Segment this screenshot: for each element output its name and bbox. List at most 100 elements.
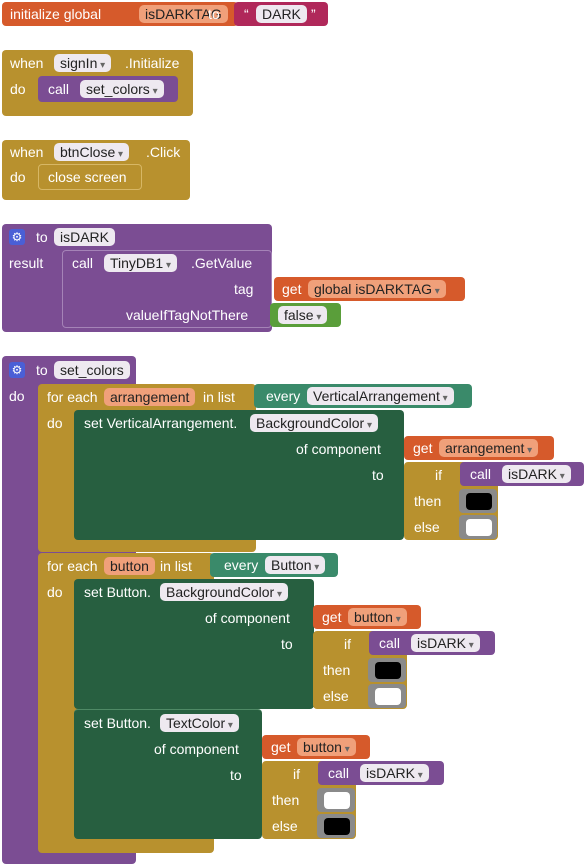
initialize-global-block[interactable]: initialize global isDARKTAG to <box>2 2 238 26</box>
setter-label: set Button. <box>84 584 151 600</box>
component-dropdown-signin[interactable]: signIn <box>54 54 112 72</box>
when-label: when <box>10 55 44 71</box>
text-value[interactable]: DARK <box>256 5 307 23</box>
get-global-var-block[interactable]: get global isDARKTAG <box>274 277 465 301</box>
to-label: to <box>36 362 48 378</box>
color-black-block-3[interactable] <box>317 814 355 838</box>
procedure-dropdown[interactable]: set_colors <box>80 80 164 98</box>
of-component-label: of component <box>205 610 290 626</box>
color-white-block-1[interactable] <box>459 515 497 539</box>
get-label: get <box>322 609 342 625</box>
call-set-colors-block[interactable]: call set_colors <box>38 76 178 102</box>
initialize-global-label: initialize global <box>10 6 102 22</box>
call-label: call <box>379 635 401 651</box>
then-label: then <box>272 792 300 808</box>
do-label: do <box>10 169 26 185</box>
of-component-label: of component <box>154 741 239 757</box>
to-label: to <box>230 767 242 783</box>
procedure-name[interactable]: isDARK <box>54 228 116 246</box>
get-button-block-2[interactable]: get button <box>262 735 370 759</box>
procedure-dropdown[interactable]: isDARK <box>411 634 480 652</box>
procedure-name[interactable]: set_colors <box>54 361 130 379</box>
call-isdark-block-1[interactable]: call isDARK <box>460 462 584 486</box>
get-button-block-1[interactable]: get button <box>313 605 421 629</box>
do-label: do <box>10 81 26 97</box>
white-swatch <box>324 792 350 809</box>
every-button-block[interactable]: every Button <box>210 553 338 577</box>
tinydb-getvalue-block[interactable]: call TinyDB1 .GetValue tag valueIfTagNot… <box>62 250 272 328</box>
setter-label: set Button. <box>84 715 151 731</box>
call-label: call <box>328 765 350 781</box>
loop-var-button[interactable]: button <box>104 557 155 575</box>
event-name: .Initialize <box>125 55 180 71</box>
tag-label: tag <box>234 281 254 297</box>
get-label: get <box>413 440 433 456</box>
color-black-block-1[interactable] <box>459 489 497 513</box>
gear-icon[interactable]: ⚙ <box>9 362 25 378</box>
color-black-block-2[interactable] <box>368 658 406 682</box>
to-label: to <box>208 6 220 22</box>
if-label: if <box>344 636 351 652</box>
close-screen-block[interactable]: close screen <box>38 164 142 190</box>
false-boolean-block[interactable]: false <box>270 303 341 327</box>
close-screen-label: close screen <box>48 169 127 185</box>
white-swatch <box>375 688 401 705</box>
of-component-label: of component <box>296 441 381 457</box>
setter-label: set VerticalArrangement. <box>84 415 238 431</box>
method-name: .GetValue <box>191 255 253 271</box>
to-label: to <box>372 467 384 483</box>
signin-initialize-event-block[interactable]: when signIn .Initialize do call set_colo… <box>2 50 193 116</box>
every-verticalarrangement-block[interactable]: every VerticalArrangement <box>254 384 472 408</box>
text-string-block[interactable]: “ DARK ” <box>234 2 328 26</box>
then-label: then <box>414 493 442 509</box>
quote-close-glyph: ” <box>311 6 316 22</box>
call-isdark-block-3[interactable]: call isDARK <box>318 761 444 785</box>
get-label: get <box>271 739 291 755</box>
quote-open-glyph: “ <box>244 6 249 22</box>
property-dropdown[interactable]: BackgroundColor <box>160 583 288 601</box>
loop-var-arrangement[interactable]: arrangement <box>104 388 196 406</box>
for-each-label: for each <box>47 389 98 405</box>
white-swatch <box>466 519 492 536</box>
do-label: do <box>47 415 63 431</box>
property-dropdown[interactable]: BackgroundColor <box>250 414 378 432</box>
boolean-dropdown[interactable]: false <box>278 306 328 324</box>
variable-dropdown[interactable]: button <box>348 608 407 626</box>
valueiftagnotthere-label: valueIfTagNotThere <box>126 307 249 323</box>
if-label: if <box>435 467 442 483</box>
event-name: .Click <box>146 144 181 160</box>
black-swatch <box>466 493 492 510</box>
black-swatch <box>375 662 401 679</box>
btnclose-click-event-block[interactable]: when btnClose .Click do close screen <box>2 140 190 200</box>
procedure-dropdown[interactable]: isDARK <box>502 465 571 483</box>
else-label: else <box>414 519 440 535</box>
set-verticalarrangement-bgcolor-block[interactable]: set VerticalArrangement. BackgroundColor… <box>74 410 404 540</box>
property-dropdown[interactable]: TextColor <box>160 714 239 732</box>
else-label: else <box>272 818 298 834</box>
variable-dropdown[interactable]: arrangement <box>439 439 539 457</box>
procedure-dropdown[interactable]: isDARK <box>360 764 429 782</box>
component-dropdown-tinydb[interactable]: TinyDB1 <box>104 254 177 272</box>
result-label: result <box>9 255 44 271</box>
color-white-block-3[interactable] <box>317 788 355 812</box>
to-label: to <box>281 636 293 652</box>
set-button-bgcolor-block[interactable]: set Button. BackgroundColor of component… <box>74 579 314 709</box>
gear-icon[interactable]: ⚙ <box>9 229 25 245</box>
for-each-label: for each <box>47 558 98 574</box>
call-label: call <box>48 81 70 97</box>
every-type-dropdown[interactable]: Button <box>265 556 326 574</box>
component-dropdown-btnclose[interactable]: btnClose <box>54 143 130 161</box>
call-isdark-block-2[interactable]: call isDARK <box>369 631 495 655</box>
every-type-dropdown[interactable]: VerticalArrangement <box>307 387 454 405</box>
get-arrangement-block[interactable]: get arrangement <box>404 436 554 460</box>
every-label: every <box>224 557 259 573</box>
color-white-block-2[interactable] <box>368 684 406 708</box>
variable-dropdown[interactable]: button <box>297 738 356 756</box>
get-label: get <box>282 281 302 297</box>
when-label: when <box>10 144 44 160</box>
variable-dropdown[interactable]: global isDARKTAG <box>308 280 446 298</box>
else-label: else <box>323 688 349 704</box>
isdark-procedure-block[interactable]: ⚙ to isDARK result call TinyDB1 .GetValu… <box>2 224 272 332</box>
set-button-textcolor-block[interactable]: set Button. TextColor of component to <box>74 709 262 839</box>
every-label: every <box>266 388 301 404</box>
